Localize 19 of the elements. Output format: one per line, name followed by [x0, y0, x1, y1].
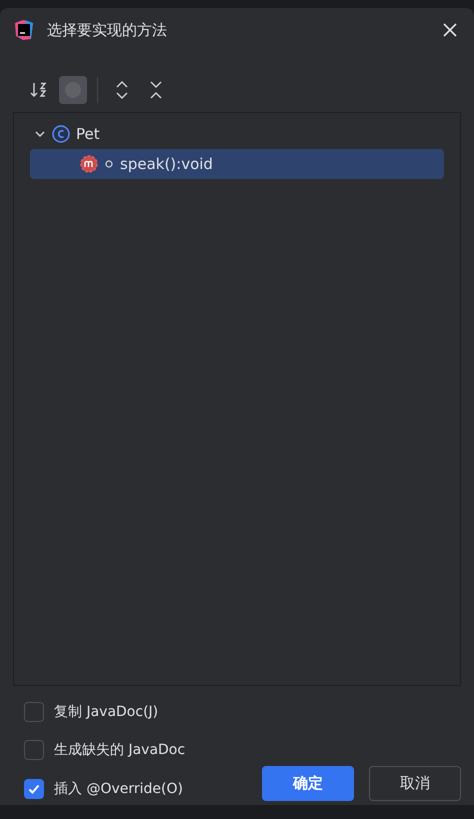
tree-label: speak():void — [120, 155, 213, 173]
confirm-button[interactable]: 确定 — [262, 766, 354, 801]
cancel-button[interactable]: 取消 — [369, 766, 461, 801]
tree-row[interactable]: Pet — [30, 119, 444, 149]
checkbox[interactable] — [24, 740, 44, 760]
collapse-icon — [148, 80, 164, 100]
option-label: 复制 JavaDoc(J) — [54, 703, 158, 721]
checkbox[interactable] — [24, 702, 44, 722]
window-title: 选择要实现的方法 — [47, 20, 168, 40]
option-label: 插入 @Override(O) — [54, 780, 183, 798]
method-icon — [80, 155, 98, 173]
class-icon — [52, 125, 70, 143]
expand-icon — [114, 80, 130, 100]
app-logo-icon — [13, 19, 35, 41]
visibility-icon — [104, 159, 114, 169]
tree-row[interactable]: speak():void — [30, 149, 444, 179]
option-label: 生成缺失的 JavaDoc — [54, 741, 186, 759]
tree-label: Pet — [76, 125, 100, 143]
checkbox[interactable] — [24, 778, 44, 798]
